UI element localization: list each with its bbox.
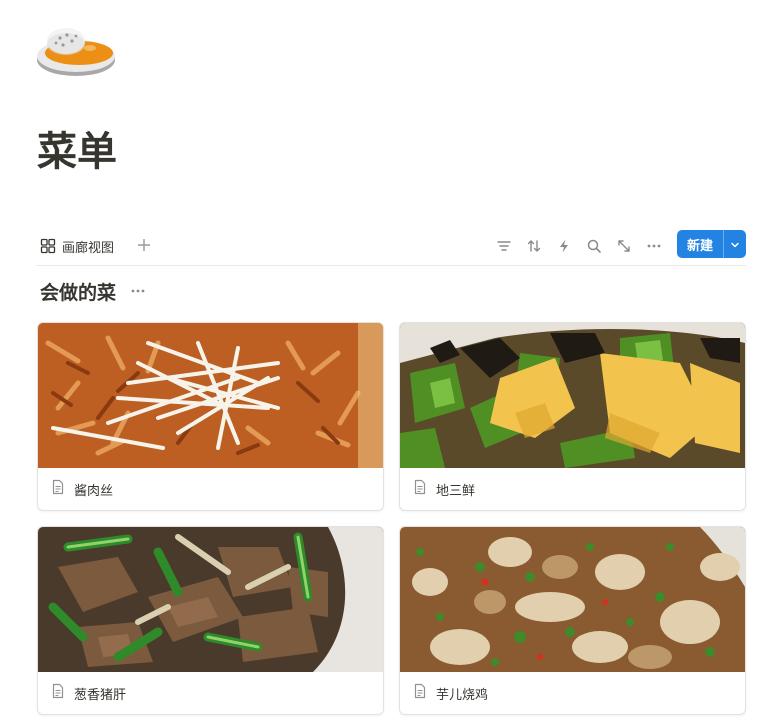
- plus-icon: [137, 236, 151, 257]
- automation-bolt-icon[interactable]: [554, 236, 574, 256]
- new-dropdown-button[interactable]: [724, 230, 746, 258]
- more-icon[interactable]: [644, 236, 664, 256]
- card-footer: 芋儿烧鸡: [400, 672, 745, 714]
- gallery-card[interactable]: 葱香猪肝: [37, 526, 384, 715]
- new-button[interactable]: 新建: [677, 230, 723, 258]
- card-title: 酱肉丝: [74, 483, 114, 499]
- gallery-card[interactable]: 芋儿烧鸡: [399, 526, 746, 715]
- chevron-down-icon: [730, 235, 740, 254]
- card-title: 地三鲜: [436, 483, 476, 499]
- tab-gallery-view-label: 画廊视图: [62, 240, 115, 256]
- group-header: 会做的菜: [40, 278, 148, 304]
- card-footer: 酱肉丝: [38, 468, 383, 510]
- page-icon: [412, 683, 428, 703]
- group-title[interactable]: 会做的菜: [40, 278, 116, 305]
- add-view-button[interactable]: [135, 234, 153, 258]
- card-cover-image: [400, 323, 745, 468]
- sort-icon[interactable]: [524, 236, 544, 256]
- gallery-card[interactable]: 酱肉丝: [37, 322, 384, 511]
- tab-gallery-view[interactable]: 画廊视图: [40, 234, 114, 258]
- card-title: 芋儿烧鸡: [436, 687, 489, 703]
- card-footer: 葱香猪肝: [38, 672, 383, 714]
- search-icon[interactable]: [584, 236, 604, 256]
- new-button-group: 新建: [677, 230, 746, 258]
- view-toolbar: [494, 234, 664, 258]
- rice-curry-plate-icon[interactable]: [36, 22, 118, 80]
- expand-icon[interactable]: [614, 236, 634, 256]
- page-icon: [50, 683, 66, 703]
- page-icon: [412, 479, 428, 499]
- card-cover-image: [38, 323, 383, 468]
- gallery-card[interactable]: 地三鲜: [399, 322, 746, 511]
- card-cover-image: [38, 527, 383, 672]
- page-title[interactable]: 菜单: [37, 128, 117, 176]
- card-footer: 地三鲜: [400, 468, 745, 510]
- filter-icon[interactable]: [494, 236, 514, 256]
- database-view-bar: 画廊视图 新建: [36, 230, 746, 266]
- more-icon[interactable]: [128, 281, 148, 301]
- gallery-grid-icon: [40, 238, 56, 254]
- card-title: 葱香猪肝: [74, 687, 127, 703]
- card-cover-image: [400, 527, 745, 672]
- page-icon: [50, 479, 66, 499]
